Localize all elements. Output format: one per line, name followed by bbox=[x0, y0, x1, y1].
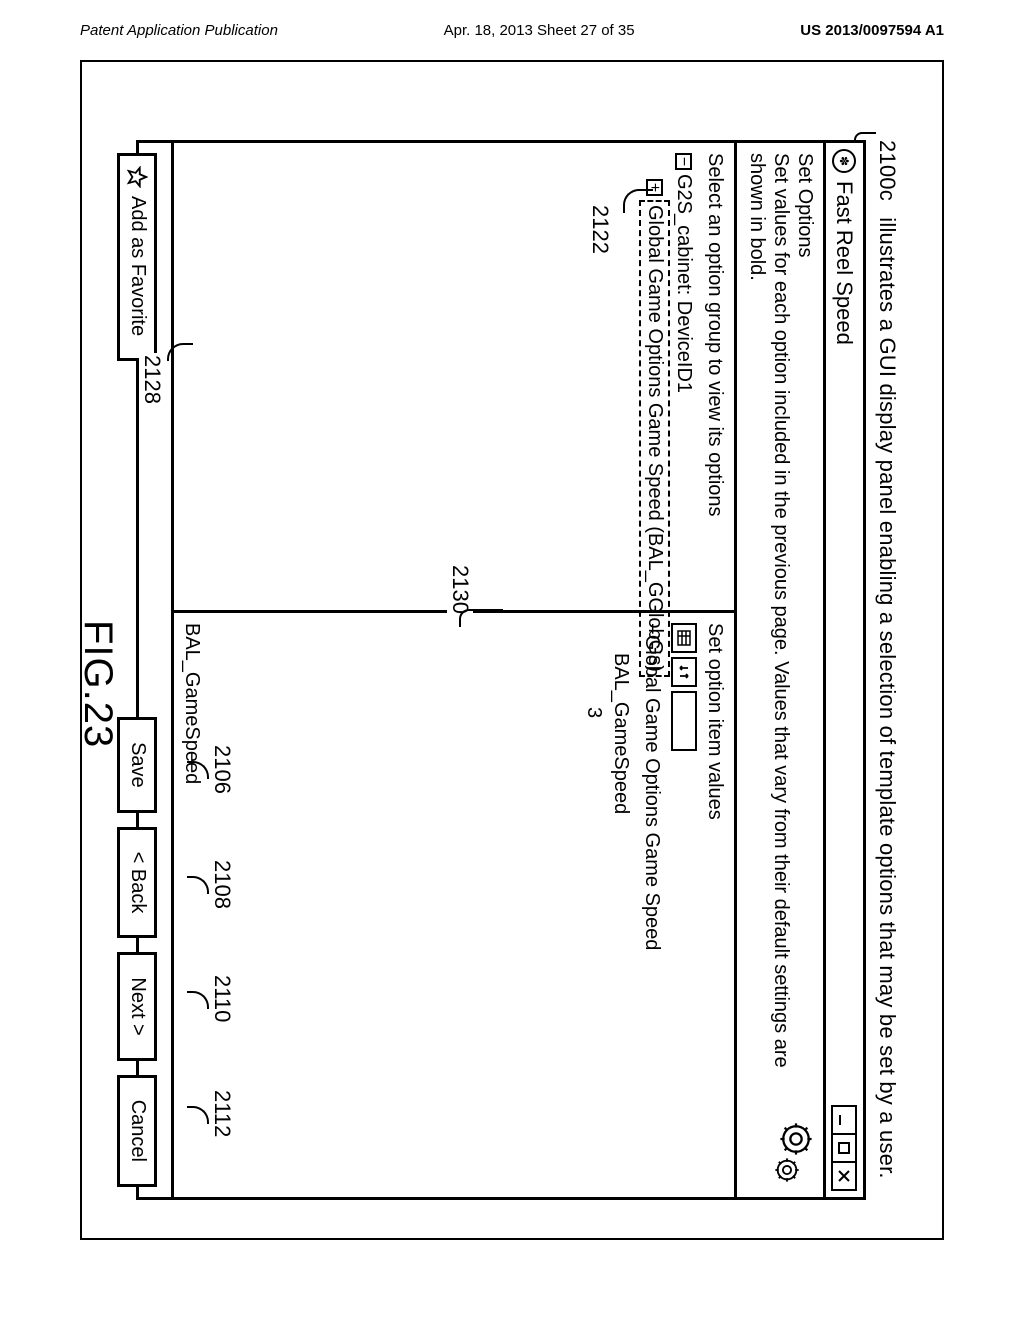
left-panel: Select an option group to view its optio… bbox=[174, 143, 734, 613]
minimize-button[interactable] bbox=[832, 1105, 858, 1135]
right-heading: Set option item values bbox=[703, 623, 726, 1187]
callout-2122: 2122 bbox=[587, 203, 613, 256]
add-favorite-button[interactable]: Add as Favorite bbox=[118, 153, 158, 361]
option-item-tree[interactable]: −Global Game Options Game Speed BAL_Game… bbox=[580, 623, 665, 1187]
back-button[interactable]: < Back bbox=[118, 827, 158, 939]
figure-caption: 2100c illustrates a GUI display panel en… bbox=[874, 140, 900, 1220]
value-input[interactable] bbox=[671, 691, 697, 751]
expand-icon[interactable]: − bbox=[675, 153, 692, 170]
pub-center: Apr. 18, 2013 Sheet 27 of 35 bbox=[444, 22, 635, 39]
maximize-button[interactable] bbox=[832, 1133, 858, 1163]
star-icon bbox=[127, 166, 149, 188]
tree-selected-item[interactable]: Global Game Options Game Speed (BAL_GGlo… bbox=[639, 200, 670, 677]
dialog-body: Select an option group to view its optio… bbox=[174, 143, 734, 1197]
item-name[interactable]: BAL_GameSpeed bbox=[610, 653, 632, 814]
banner-desc: Set values for each option included in t… bbox=[745, 153, 793, 1122]
page-header: Patent Application Publication Apr. 18, … bbox=[80, 22, 944, 39]
callout-2112: 2112 bbox=[209, 1088, 235, 1139]
figure-label: FIG.23 bbox=[75, 620, 120, 748]
caption-ref: 2100c bbox=[875, 140, 900, 201]
item-root[interactable]: Global Game Options Game Speed bbox=[641, 635, 663, 951]
titlebar: ✽ Fast Reel Speed bbox=[823, 143, 863, 1197]
add-favorite-label: Add as Favorite bbox=[126, 196, 149, 336]
right-panel: Set option item values −Global Game Opti… bbox=[174, 613, 734, 1197]
tree-root[interactable]: G2S_cabinet: DeviceID1 bbox=[673, 174, 695, 393]
next-button[interactable]: Next > bbox=[118, 952, 158, 1060]
save-button[interactable]: Save bbox=[118, 717, 158, 813]
close-button[interactable] bbox=[832, 1161, 858, 1191]
gears-icon bbox=[773, 1122, 817, 1187]
caption-text: illustrates a GUI display panel enabling… bbox=[875, 217, 900, 1178]
sort-icon[interactable] bbox=[671, 657, 697, 687]
option-group-tree[interactable]: −G2S_cabinet: DeviceID1 +Global Game Opt… bbox=[639, 153, 697, 600]
pub-right: US 2013/0097594 A1 bbox=[800, 22, 944, 39]
app-icon: ✽ bbox=[833, 149, 857, 173]
banner-title: Set Options bbox=[793, 153, 817, 1122]
dialog-window: ✽ Fast Reel Speed Set Options Set values… bbox=[136, 140, 866, 1200]
grid-view-icon[interactable] bbox=[671, 623, 697, 653]
callout-2130: 2130 bbox=[447, 563, 473, 616]
callout-2110: 2110 bbox=[209, 973, 235, 1024]
banner: Set Options Set values for each option i… bbox=[734, 143, 823, 1197]
item-value[interactable]: 3 bbox=[583, 707, 605, 718]
pub-left: Patent Application Publication bbox=[80, 22, 278, 39]
left-heading: Select an option group to view its optio… bbox=[703, 153, 726, 600]
callout-2128: 2128 bbox=[139, 353, 165, 406]
window-buttons bbox=[832, 1107, 858, 1191]
callout-2106: 2106 bbox=[209, 743, 235, 796]
value-toolbar bbox=[671, 623, 697, 1187]
cancel-button[interactable]: Cancel bbox=[118, 1075, 158, 1187]
window-title: Fast Reel Speed bbox=[832, 181, 858, 1099]
expand-icon[interactable]: − bbox=[641, 623, 663, 635]
callout-2108: 2108 bbox=[209, 858, 235, 911]
figure-rotated: 2100c illustrates a GUI display panel en… bbox=[140, 140, 900, 1220]
